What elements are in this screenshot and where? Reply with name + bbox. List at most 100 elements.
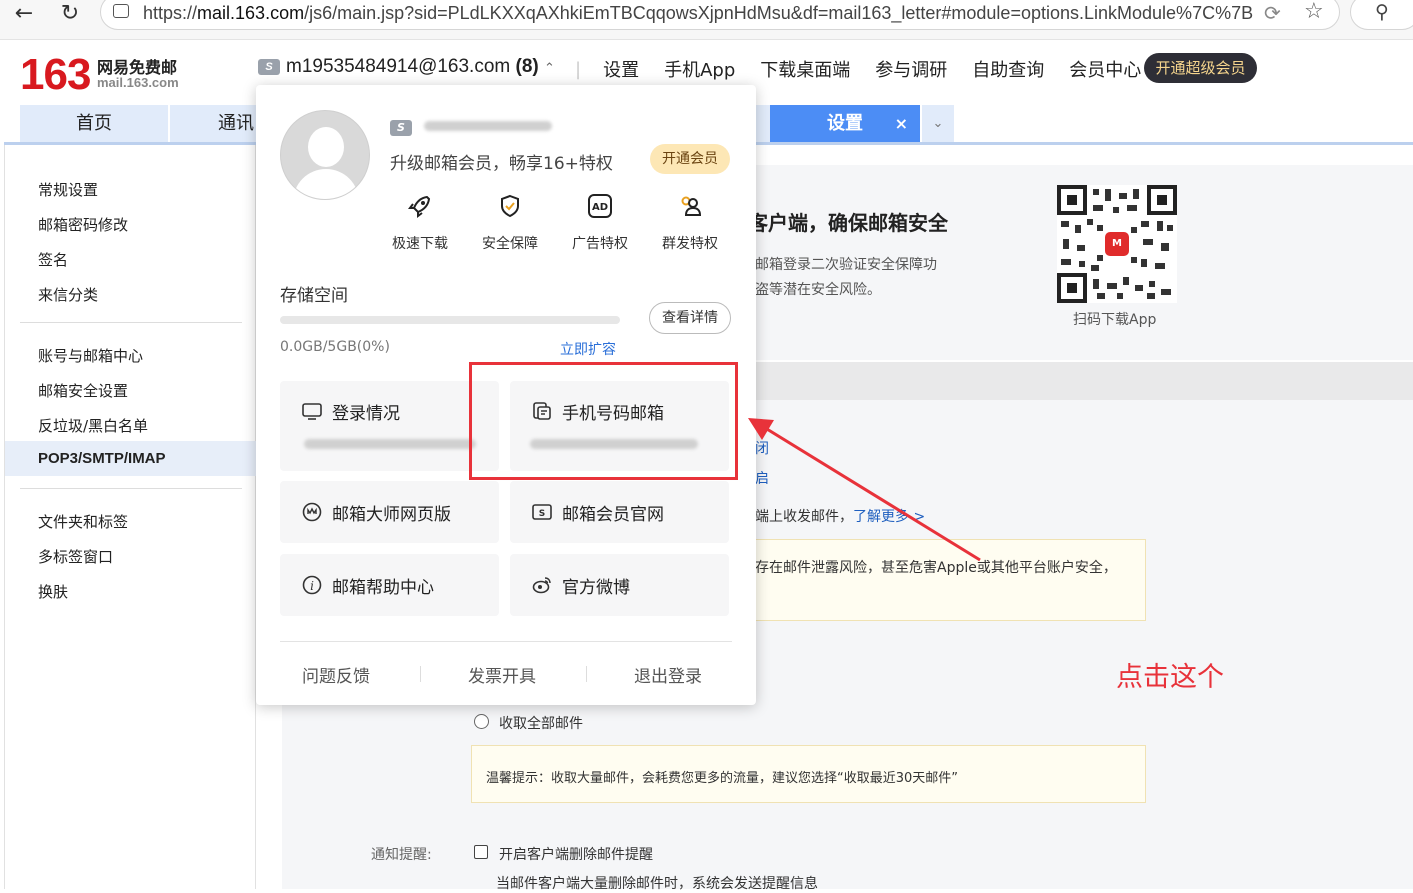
sidebar-item-folders-tags[interactable]: 文件夹和标签 — [38, 511, 128, 532]
perk-label: 极速下载 — [392, 236, 448, 252]
popup-divider — [280, 641, 732, 642]
banner-description-2: 盗等潜在安全风险。 — [755, 282, 881, 298]
sidebar-item-security[interactable]: 邮箱安全设置 — [38, 380, 128, 401]
blurred-login-info — [304, 439, 476, 449]
tab-prev-partial[interactable] — [756, 105, 770, 142]
search-button[interactable]: ⚲ — [1350, 0, 1413, 30]
card-label: 邮箱大师网页版 — [332, 505, 451, 525]
radio-receive-all[interactable] — [474, 714, 489, 729]
shield-icon — [501, 194, 519, 218]
card-mail-master-web[interactable]: 邮箱大师网页版 — [280, 481, 499, 543]
card-vip-official-site[interactable]: S 邮箱会员官网 — [510, 481, 729, 543]
sidebar-item-filters[interactable]: 来信分类 — [38, 284, 98, 305]
perk-fast-download[interactable]: 极速下载 — [388, 193, 452, 253]
rocket-icon — [408, 195, 431, 218]
ad-icon: AD — [588, 194, 612, 218]
tab-settings-label: 设置 — [827, 113, 863, 134]
chevron-up-icon: ⌃ — [544, 60, 555, 75]
card-login-status[interactable]: 登录情况 — [280, 381, 499, 471]
perk-label: 广告特权 — [572, 236, 628, 252]
card-label: 登录情况 — [332, 404, 400, 424]
close-icon[interactable]: × — [895, 105, 908, 142]
banner-description: 邮箱登录二次验证安全保障功 — [755, 257, 937, 273]
expand-storage-link[interactable]: 立即扩容 — [560, 339, 616, 359]
back-icon[interactable]: ← — [4, 0, 44, 26]
sidebar-divider — [20, 322, 242, 323]
nav-survey[interactable]: 参与调研 — [875, 56, 947, 82]
card-help-center[interactable]: i 邮箱帮助中心 — [280, 554, 499, 616]
annotation-arrow — [748, 418, 981, 562]
notify-delete-checkbox[interactable] — [474, 845, 488, 859]
sidebar-item-skin[interactable]: 换肤 — [38, 581, 68, 602]
tip-box: 温馨提示：收取大量邮件，会耗费您更多的流量，建议您选择“收取最近30天邮件” — [471, 745, 1146, 803]
open-vip-button[interactable]: 开通会员 — [650, 144, 730, 174]
nav-self-query[interactable]: 自助查询 — [972, 56, 1044, 82]
card-label: 官方微博 — [562, 578, 630, 598]
info-icon: i — [302, 575, 322, 595]
card-official-weibo[interactable]: 官方微博 — [510, 554, 729, 616]
nav-desktop-download[interactable]: 下载桌面端 — [760, 56, 850, 82]
weibo-icon — [532, 577, 551, 594]
monitor-icon — [302, 403, 322, 420]
banner-title: 客户端，确保邮箱安全 — [748, 211, 948, 235]
vip-site-icon: S — [532, 504, 552, 520]
avatar[interactable] — [280, 110, 370, 200]
sidebar-item-general[interactable]: 常规设置 — [38, 179, 98, 200]
account-email: m19535484914@163.com — [286, 56, 511, 77]
tab-home[interactable]: 首页 — [20, 105, 168, 142]
reload-icon[interactable]: ↻ — [50, 0, 90, 26]
url-text: https://mail.163.com/js6/main.jsp?sid=PL… — [143, 3, 1253, 23]
nav-settings[interactable]: 设置 — [603, 56, 639, 82]
sidebar-item-pop3-smtp-imap[interactable]: POP3/SMTP/IMAP — [38, 450, 166, 467]
perk-security[interactable]: 安全保障 — [478, 193, 542, 253]
svg-text:i: i — [310, 579, 314, 593]
mailbox-badge-icon: S — [390, 119, 412, 136]
sidebar-item-password[interactable]: 邮箱密码修改 — [38, 214, 128, 235]
sidebar-item-multi-tab[interactable]: 多标签窗口 — [38, 546, 113, 567]
upgrade-text: 升级邮箱会员，畅享16+特权 — [390, 154, 613, 174]
annotation-highlight-box — [469, 362, 738, 480]
perk-label: 群发特权 — [662, 236, 718, 252]
search-icon: ⚲ — [1375, 1, 1389, 23]
account-menu-toggle[interactable]: Sm19535484914@163.com (8) ⌃ — [258, 56, 555, 78]
perk-bulk-send[interactable]: 群发特权 — [658, 193, 722, 253]
top-nav: | 设置 手机App 下载桌面端 参与调研 自助查询 会员中心 — [575, 56, 1166, 82]
sidebar-item-signature[interactable]: 签名 — [38, 249, 68, 270]
annotation-text: 点击这个 — [1116, 662, 1224, 693]
feedback-link[interactable]: 问题反馈 — [302, 662, 370, 687]
svg-text:S: S — [539, 509, 545, 519]
logout-link[interactable]: 退出登录 — [634, 662, 702, 687]
invoice-link[interactable]: 发票开具 — [468, 662, 536, 687]
logo-number[interactable]: 163 — [20, 50, 91, 100]
svg-text:AD: AD — [592, 202, 608, 213]
radio-receive-all-label: 收取全部邮件 — [499, 716, 583, 732]
storage-title: 存储空间 — [280, 286, 348, 306]
mail-master-icon — [302, 502, 322, 522]
card-label: 邮箱帮助中心 — [332, 578, 434, 598]
favorite-star-icon[interactable]: ☆ — [1304, 0, 1324, 24]
perk-label: 安全保障 — [482, 236, 538, 252]
tab-contacts[interactable]: 通讯录 — [170, 105, 260, 142]
qr-caption: 扫码下载App — [1073, 312, 1157, 328]
tab-settings[interactable]: 设置 × — [770, 105, 920, 142]
nav-mobile-app[interactable]: 手机App — [664, 56, 735, 82]
view-details-button[interactable]: 查看详情 — [649, 302, 731, 334]
mailbox-badge-icon: S — [258, 58, 280, 75]
browser-toolbar: ← ↻ https://mail.163.com/js6/main.jsp?si… — [0, 0, 1413, 40]
open-super-vip-button[interactable]: 开通超级会员 — [1144, 53, 1257, 83]
nav-member-center[interactable]: 会员中心 — [1069, 56, 1141, 82]
read-aloud-icon[interactable]: ⟳ — [1264, 1, 1281, 25]
blurred-username — [424, 121, 552, 131]
sidebar-item-account-center[interactable]: 账号与邮箱中心 — [38, 345, 143, 366]
tip-text: 温馨提示：收取大量邮件，会耗费您更多的流量，建议您选择“收取最近30天邮件” — [486, 771, 959, 786]
address-bar[interactable]: https://mail.163.com/js6/main.jsp?sid=PL… — [100, 0, 1340, 30]
perk-ad-free[interactable]: AD 广告特权 — [568, 193, 632, 253]
storage-progress-bar — [280, 316, 620, 324]
qr-code: M — [1057, 185, 1177, 303]
logo-domain: mail.163.com — [97, 75, 179, 90]
tab-more-chevron-icon[interactable]: ⌄ — [922, 105, 954, 142]
card-label: 邮箱会员官网 — [562, 505, 664, 525]
sidebar-item-antispam[interactable]: 反垃圾/黑白名单 — [38, 415, 148, 436]
notify-description: 当邮件客户端大量删除邮件时，系统会发送提醒信息 — [496, 876, 818, 892]
site-info-icon[interactable] — [113, 4, 129, 18]
